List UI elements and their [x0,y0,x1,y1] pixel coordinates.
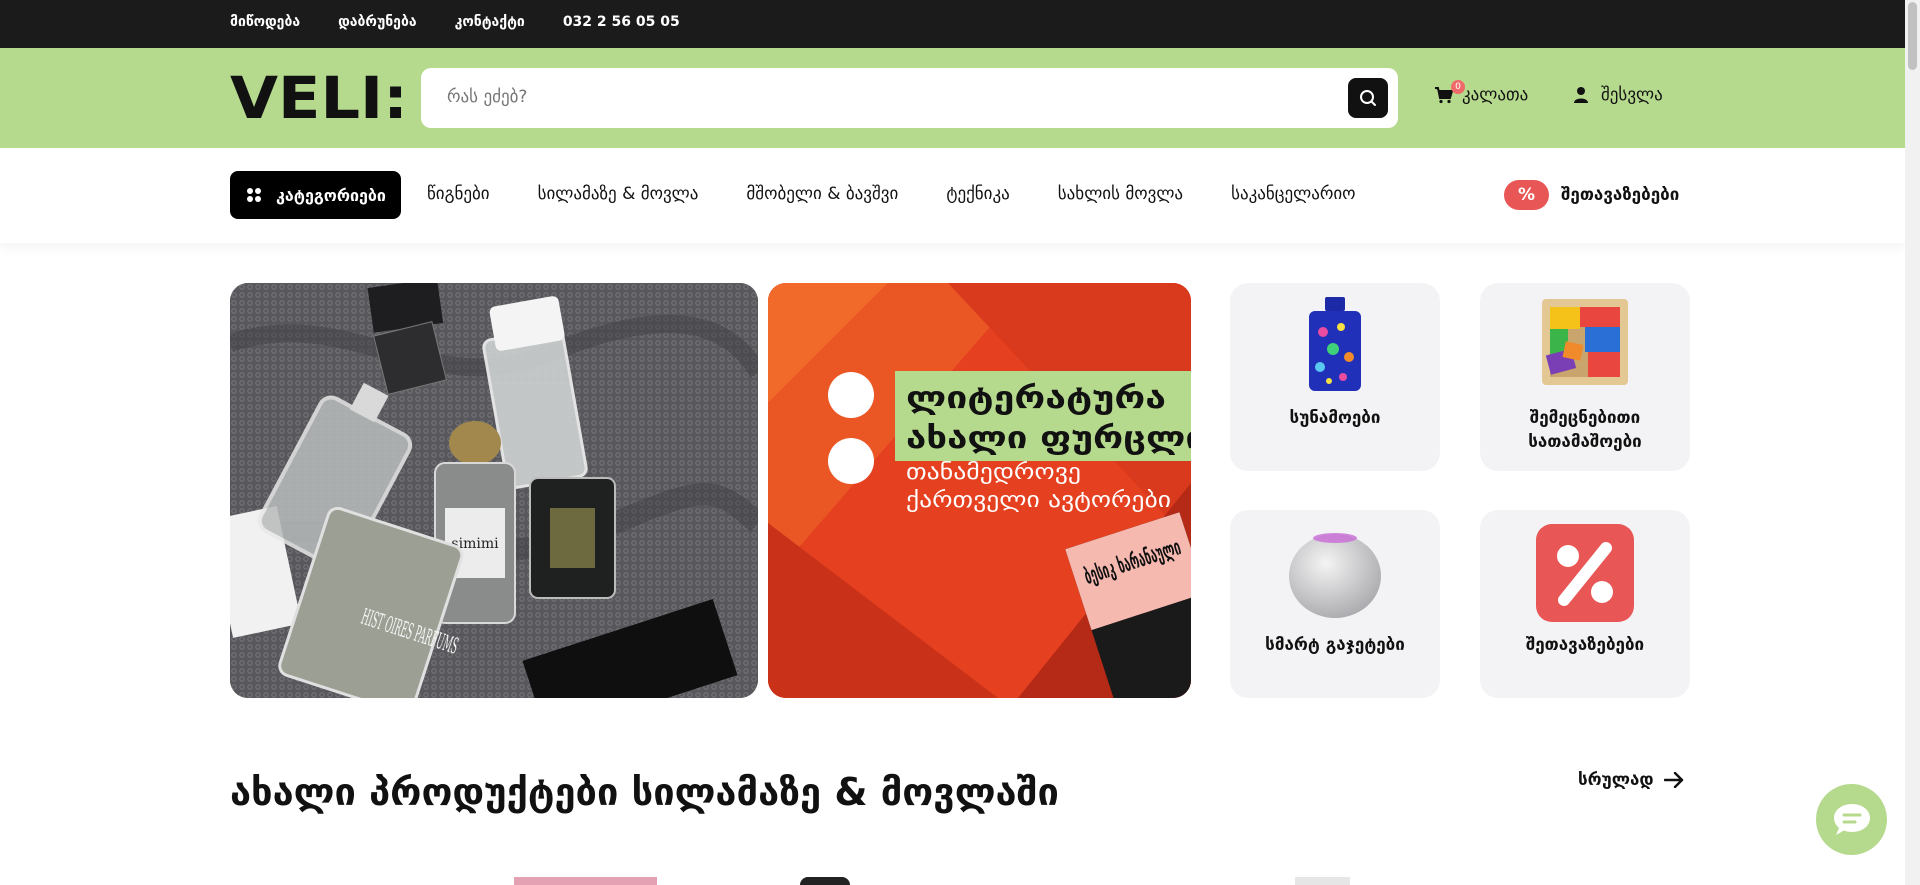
smart-speaker-icon [1289,533,1381,618]
percent-icon [1536,524,1634,622]
nav-item-books[interactable]: წიგნები [427,184,490,204]
top-bar: მიწოდება დაბრუნება კონტაქტი 032 2 56 05 … [0,0,1905,48]
perfume-bottle-icon [1309,297,1361,391]
search-bar [421,68,1398,128]
chat-bubble-icon [1833,803,1870,835]
search-button[interactable] [1348,78,1388,118]
delivery-link[interactable]: მიწოდება [230,14,300,30]
nav-items: წიგნები სილამაზე & მოვლა მშობელი & ბავშვ… [427,184,1356,204]
header: VELI: 0 კალათა შესვლა [0,48,1905,148]
tile-smart-gadgets[interactable]: სმარტ გაჯეტები [1230,510,1440,698]
nav-item-parent-child[interactable]: მშობელი & ბავშვი [746,184,898,204]
category-nav: კატეგორიები წიგნები სილამაზე & მოვლა მშო… [0,148,1905,243]
tile-perfumes[interactable]: სუნამოები [1230,283,1440,471]
cart-count-badge: 0 [1451,80,1465,94]
svg-text:ლიტერატურა: ლიტერატურა [906,381,1166,416]
categories-button[interactable]: კატეგორიები [230,171,401,219]
tile-perfumes-label: სუნამოები [1289,408,1381,428]
see-all-link[interactable]: სრულად [1578,770,1684,790]
tile-smart-gadgets-label: სმარტ გაჯეტები [1265,635,1405,655]
product-image-peek [1295,877,1350,885]
nav-item-electronics[interactable]: ტექნიკა [946,184,1009,204]
veli-logo[interactable]: VELI: [230,72,408,122]
returns-link[interactable]: დაბრუნება [338,14,417,30]
nav-item-beauty[interactable]: სილამაზე & მოვლა [538,184,699,204]
tile-offers-label: შეთავაზებები [1525,635,1645,655]
chat-button[interactable] [1816,784,1887,855]
offers-link[interactable]: % შეთავაზებები [1504,180,1679,210]
page-scrollbar[interactable] [1905,0,1920,885]
percent-badge: % [1504,180,1549,210]
login-button[interactable]: შესვლა [1573,85,1663,105]
tile-educational-toys[interactable]: შემეცნებითი სათამაშოები [1480,283,1690,471]
literature-banner[interactable]: ლიტერატურა ახალი ფურცლი თანამედროვე ქართ… [768,283,1191,698]
svg-text:ახალი ფურცლი: ახალი ფურცლი [906,421,1191,456]
offers-label: შეთავაზებები [1561,185,1680,205]
categories-label: კატეგორიები [276,185,386,205]
perfume-banner-image: simimi HIST OIRES PARFUMS [230,283,758,698]
product-image-peek [800,877,850,885]
tile-offers[interactable]: შეთავაზებები [1480,510,1690,698]
svg-text:VELI:: VELI: [230,72,408,122]
arrow-right-icon [1663,772,1683,788]
search-input[interactable] [447,87,1307,107]
phone-link[interactable]: 032 2 56 05 05 [563,14,680,30]
tile-educational-toys-label: შემეცნებითი სათამაშოები [1528,408,1642,452]
contact-link[interactable]: კონტაქტი [455,14,525,30]
login-label: შესვლა [1601,85,1663,105]
puzzle-toy-icon [1542,299,1628,385]
section-title: ახალი პროდუქტები სილამაზე & მოვლაში [230,770,1059,814]
nav-item-stationery[interactable]: საკანცელარიო [1231,184,1355,204]
top-links: მიწოდება დაბრუნება კონტაქტი 032 2 56 05 … [230,14,680,30]
product-image-peek [514,877,657,885]
perfume-banner[interactable]: simimi HIST OIRES PARFUMS [230,283,758,698]
svg-text:თანამედროვე: თანამედროვე [906,460,1081,485]
nav-item-home-care[interactable]: სახლის მოვლა [1058,184,1183,204]
svg-text:ქართველი ავტორები: ქართველი ავტორები [906,488,1171,513]
search-icon [1360,90,1376,106]
cart-button[interactable]: 0 კალათა [1434,80,1529,105]
see-all-label: სრულად [1578,770,1654,790]
user-icon [1574,87,1588,103]
literature-banner-image: ლიტერატურა ახალი ფურცლი თანამედროვე ქართ… [768,283,1191,698]
scrollbar-thumb[interactable] [1908,2,1917,70]
cart-label: კალათა [1462,85,1529,105]
grid-icon [247,188,261,202]
